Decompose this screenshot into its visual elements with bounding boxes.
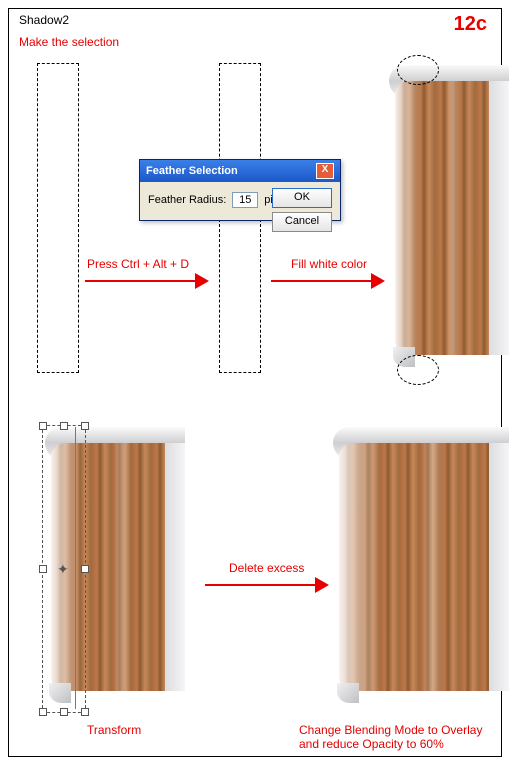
label-press-keys: Press Ctrl + Alt + D [87,257,189,271]
cancel-button[interactable]: Cancel [272,212,332,232]
arrow-3 [205,577,329,593]
tutorial-step-panel: Shadow2 12c Make the selection Press Ctr… [8,8,502,757]
feather-ellipse-top [397,55,439,85]
transform-handle[interactable] [60,422,68,430]
transform-handle[interactable] [81,565,89,573]
label-blend-mode: Change Blending Mode to Overlay and redu… [299,723,482,751]
transform-handle[interactable] [39,422,47,430]
label-make-selection: Make the selection [19,35,119,49]
layer-name: Shadow2 [19,13,69,27]
ok-button[interactable]: OK [272,188,332,208]
transform-handle[interactable] [81,422,89,430]
wood-panel-right [333,427,509,707]
dialog-title: Feather Selection [146,165,238,177]
label-fill-white: Fill white color [291,257,367,271]
label-transform: Transform [87,723,141,737]
transform-box[interactable]: ✦ [42,425,86,713]
selection-box-1 [37,63,79,373]
feather-dialog: Feather Selection X Feather Radius: 15 p… [139,159,341,221]
transform-handle[interactable] [81,708,89,716]
metal-corner-icon [337,683,359,703]
transform-handle[interactable] [39,708,47,716]
guide-line [75,427,76,709]
arrow-2 [271,273,385,289]
wood-panel-top [389,65,509,371]
feather-ellipse-bottom [397,355,439,385]
dialog-titlebar: Feather Selection X [140,160,340,182]
transform-anchor-icon: ✦ [57,561,69,578]
arrow-1 [85,273,209,289]
feather-radius-input[interactable]: 15 [232,192,258,208]
feather-field-label: Feather Radius: [148,194,226,206]
transform-handle[interactable] [60,708,68,716]
close-icon[interactable]: X [316,163,334,179]
label-delete-excess: Delete excess [229,561,304,575]
step-number: 12c [454,13,487,36]
transform-handle[interactable] [39,565,47,573]
